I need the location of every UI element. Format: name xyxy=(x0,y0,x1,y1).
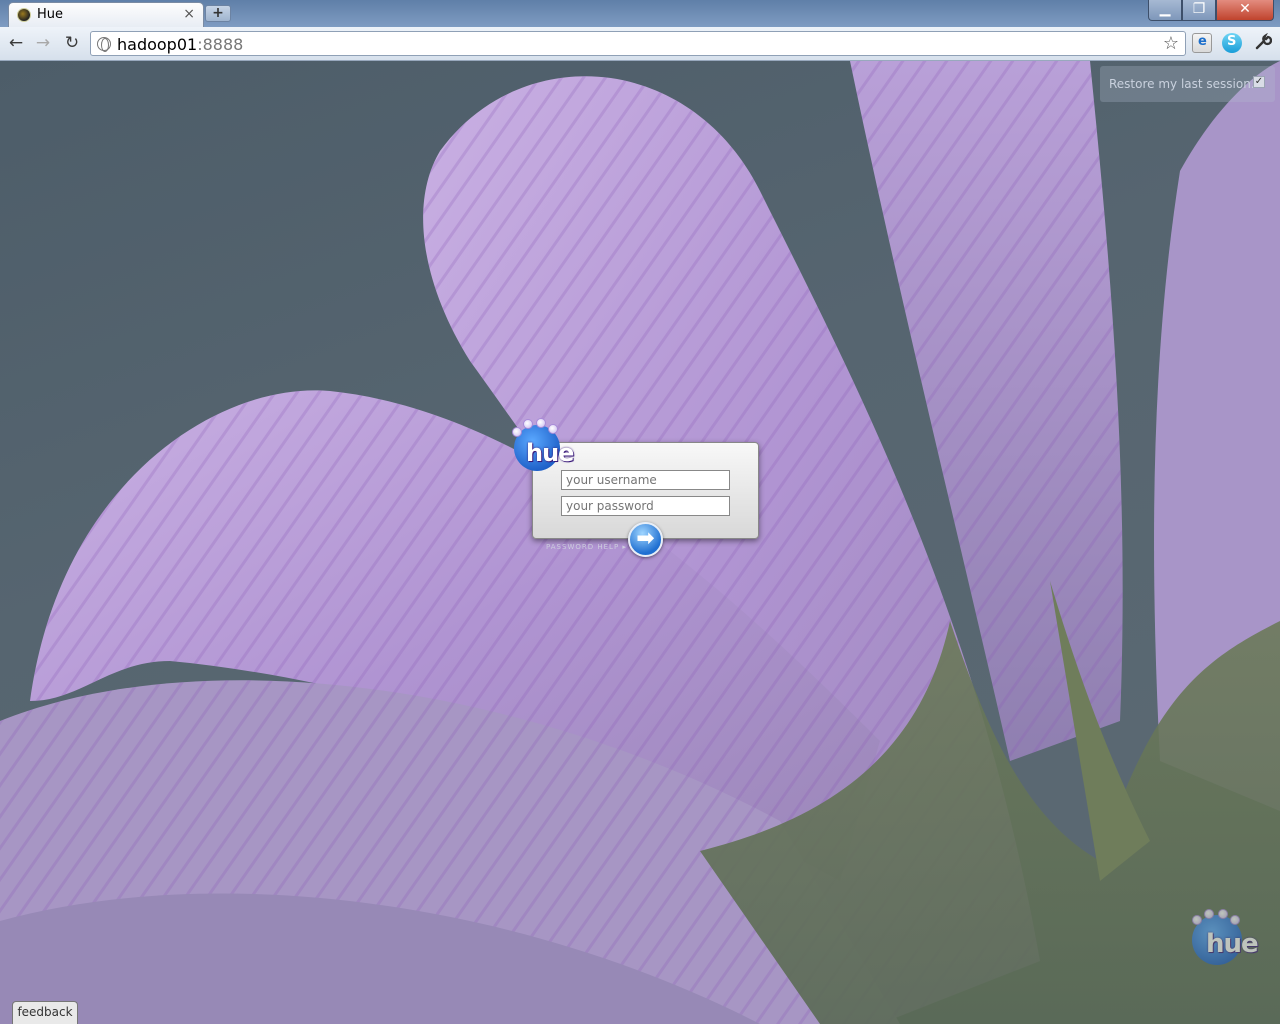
hue-logo: hue xyxy=(512,418,574,473)
hue-logo-dot xyxy=(523,419,533,429)
tab-strip: Hue × + ▁ ❐ ✕ xyxy=(0,0,1280,27)
hue-login-page: Restore my last session. ✓ hue PASSWORD … xyxy=(0,61,1280,1024)
restore-session-label: Restore my last session. xyxy=(1109,77,1255,91)
hue-logo-dot xyxy=(1218,909,1228,919)
browser-toolbar: ← → ↻ hadoop01:8888 ☆ xyxy=(0,27,1280,61)
back-arrow-icon[interactable]: ← xyxy=(5,33,27,53)
maximize-button[interactable]: ❐ xyxy=(1182,0,1216,21)
url-port: :8888 xyxy=(197,35,244,54)
wrench-menu-icon[interactable] xyxy=(1254,32,1273,56)
wrench-icon xyxy=(1255,32,1273,50)
hue-logo-dot xyxy=(1230,915,1240,925)
ie-tab-extension-icon[interactable] xyxy=(1192,33,1212,53)
username-input[interactable] xyxy=(561,470,730,490)
close-window-button[interactable]: ✕ xyxy=(1216,0,1274,21)
hue-corner-logo: hue xyxy=(1190,909,1259,965)
minimize-button[interactable]: ▁ xyxy=(1148,0,1182,21)
tab-title: Hue xyxy=(37,7,64,22)
password-help-link[interactable]: PASSWORD HELP ▸ xyxy=(546,543,627,551)
hue-logo-dot xyxy=(536,418,546,428)
forward-arrow-icon[interactable]: → xyxy=(32,33,54,53)
new-tab-button[interactable]: + xyxy=(205,5,231,22)
hue-logo-dot xyxy=(548,424,558,434)
hue-logo-text: hue xyxy=(526,439,574,467)
address-bar[interactable]: hadoop01:8888 ☆ xyxy=(90,31,1186,56)
password-input[interactable] xyxy=(561,496,730,516)
feedback-button[interactable]: feedback xyxy=(12,1001,78,1024)
address-url[interactable]: hadoop01:8888 xyxy=(117,35,243,54)
globe-icon xyxy=(97,37,111,52)
tab-close-icon[interactable]: × xyxy=(183,6,195,22)
restore-session-checkbox[interactable]: ✓ xyxy=(1253,76,1265,88)
url-host: hadoop01 xyxy=(117,35,198,54)
hue-logo-dot xyxy=(512,427,522,437)
bookmark-star-icon[interactable]: ☆ xyxy=(1163,33,1179,54)
browser-chrome: Hue × + ▁ ❐ ✕ ← → ↻ hadoop01:8888 ☆ xyxy=(0,0,1280,61)
hue-logo-text: hue xyxy=(1206,929,1259,959)
reload-icon[interactable]: ↻ xyxy=(61,33,83,53)
tab-hue[interactable]: Hue × xyxy=(8,2,204,27)
hue-logo-dot xyxy=(1204,909,1214,919)
skype-extension-icon[interactable] xyxy=(1222,33,1242,53)
login-submit-button[interactable]: ➡ xyxy=(628,522,663,557)
hue-logo-dot xyxy=(1192,915,1202,925)
hue-favicon-icon xyxy=(17,8,31,22)
restore-session-panel[interactable]: Restore my last session. ✓ xyxy=(1100,66,1275,102)
